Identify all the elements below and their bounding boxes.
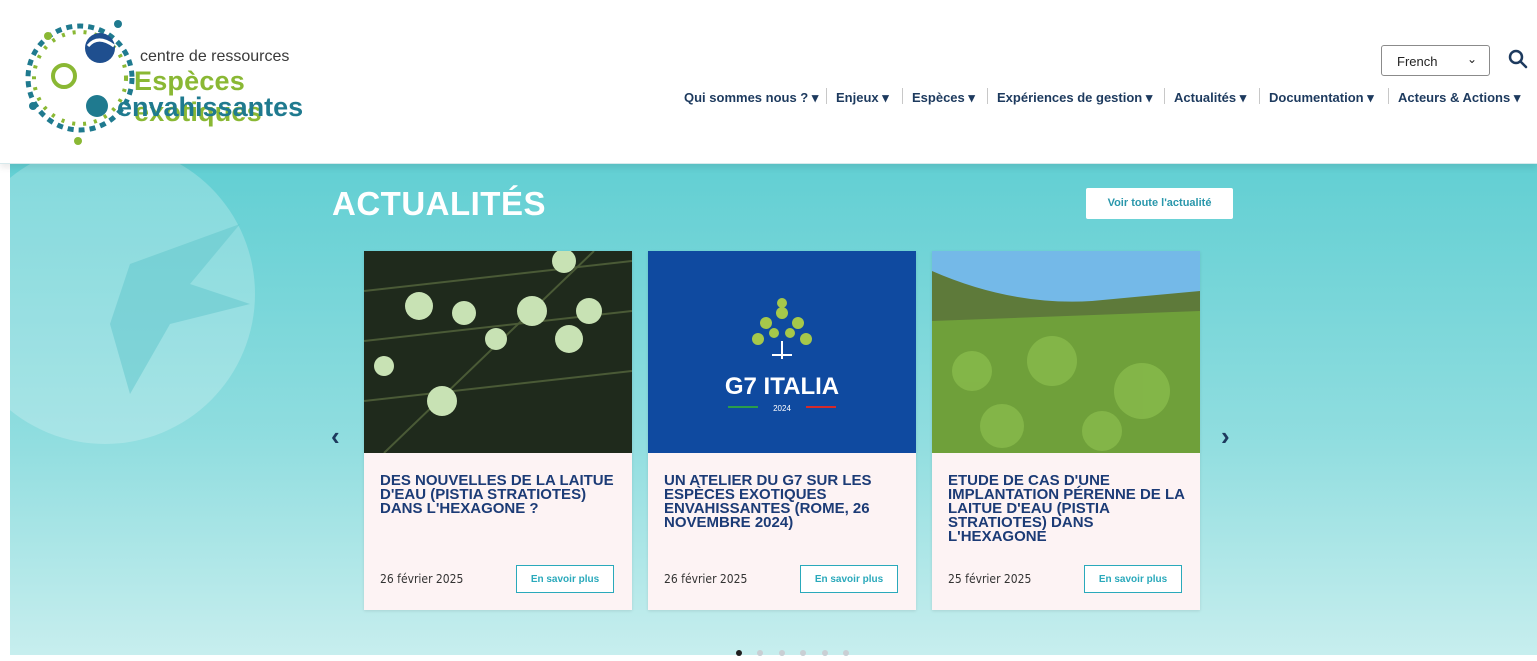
logo-line-3: envahissantes: [117, 92, 304, 122]
nav-item-actualites[interactable]: Actualités ▾: [1174, 90, 1246, 106]
site-logo[interactable]: centre de ressources Espèces exotiques e…: [18, 6, 313, 156]
read-more-button[interactable]: En savoir plus: [1084, 565, 1182, 593]
news-card-title[interactable]: ETUDE DE CAS D'UNE IMPLANTATION PÉRENNE …: [948, 473, 1188, 544]
nav-label: Actualités: [1174, 90, 1237, 105]
g7-italia-image: G7 ITALIA 2024: [648, 251, 916, 453]
logo-line-1: centre de ressources: [140, 48, 290, 65]
nav-separator: [1388, 88, 1389, 104]
news-card-date: 26 février 2025: [664, 572, 748, 586]
news-card-image[interactable]: [364, 251, 632, 453]
nav-item-acteurs-actions[interactable]: Acteurs & Actions ▾: [1398, 90, 1520, 106]
carousel-pagination: [736, 643, 860, 661]
nav-item-experiences-gestion[interactable]: Expériences de gestion ▾: [997, 90, 1152, 106]
chevron-left-icon: ‹: [331, 421, 340, 451]
caret-down-icon: ▾: [1145, 90, 1153, 105]
news-card-date: 26 février 2025: [380, 572, 464, 586]
nav-separator: [902, 88, 903, 104]
nav-label: Qui sommes nous ?: [684, 90, 809, 105]
news-card-title[interactable]: DES NOUVELLES DE LA LAITUE D'EAU (PISTIA…: [380, 473, 620, 516]
bird-watermark-icon: [10, 164, 255, 444]
caret-down-icon: ▾: [1239, 90, 1247, 105]
language-selected-value: French: [1397, 54, 1438, 69]
news-card[interactable]: G7 ITALIA 2024 UN ATELIER DU G7 SUR LES …: [648, 251, 916, 610]
all-news-button[interactable]: Voir toute l'actualité: [1086, 188, 1233, 219]
nav-label: Expériences de gestion: [997, 90, 1143, 105]
caret-down-icon: ▾: [968, 90, 975, 105]
news-card-title[interactable]: UN ATELIER DU G7 SUR LES ESPÈCES EXOTIQU…: [664, 473, 904, 530]
nav-separator: [1259, 88, 1260, 104]
search-button[interactable]: [1503, 45, 1533, 75]
read-more-button[interactable]: En savoir plus: [800, 565, 898, 593]
carousel-dot-2[interactable]: [757, 650, 764, 656]
nav-item-especes[interactable]: Espèces ▾: [912, 90, 975, 106]
carousel-dot-6[interactable]: [843, 650, 850, 656]
nav-item-enjeux[interactable]: Enjeux ▾: [836, 90, 889, 106]
logo-wreath-icon: [25, 20, 135, 145]
nav-label: Acteurs & Actions: [1398, 90, 1511, 105]
g7-image-year: 2024: [773, 404, 791, 413]
nav-item-qui-sommes-nous[interactable]: Qui sommes nous ? ▾: [684, 90, 818, 106]
carousel-prev-button[interactable]: ‹: [331, 421, 340, 452]
section-title: ACTUALITÉS: [332, 185, 546, 222]
news-card[interactable]: ETUDE DE CAS D'UNE IMPLANTATION PÉRENNE …: [932, 251, 1200, 610]
carousel-dot-1[interactable]: [736, 650, 742, 656]
nav-label: Documentation: [1269, 90, 1364, 105]
news-card[interactable]: DES NOUVELLES DE LA LAITUE D'EAU (PISTIA…: [364, 251, 632, 610]
carousel-dot-3[interactable]: [778, 650, 785, 656]
nav-separator: [826, 88, 827, 104]
caret-down-icon: ▾: [1513, 90, 1521, 105]
carousel-dot-4[interactable]: [800, 650, 807, 656]
g7-image-text: G7 ITALIA: [725, 373, 839, 400]
news-card-image[interactable]: G7 ITALIA 2024: [648, 251, 916, 453]
nav-separator: [987, 88, 988, 104]
nav-item-documentation[interactable]: Documentation ▾: [1269, 90, 1374, 106]
news-card-date: 25 février 2025: [948, 572, 1032, 586]
carousel-dot-5[interactable]: [821, 650, 828, 656]
read-more-button[interactable]: En savoir plus: [516, 565, 614, 593]
news-card-image[interactable]: [932, 251, 1200, 453]
search-icon: [1508, 49, 1528, 69]
caret-down-icon: ▾: [1367, 90, 1374, 105]
carousel-next-button[interactable]: ›: [1221, 421, 1230, 452]
nav-label: Enjeux: [836, 90, 879, 105]
chevron-right-icon: ›: [1221, 421, 1230, 451]
site-header: centre de ressources Espèces exotiques e…: [0, 0, 1537, 164]
nav-label: Espèces: [912, 90, 965, 105]
canal-vegetation-image: [932, 251, 1200, 453]
nav-separator: [1164, 88, 1165, 104]
water-lettuce-image: [364, 251, 632, 453]
caret-down-icon: ▾: [811, 90, 819, 105]
language-select[interactable]: French ⌄: [1381, 45, 1490, 76]
chevron-down-icon: ⌄: [1466, 52, 1477, 66]
caret-down-icon: ▾: [882, 90, 889, 105]
